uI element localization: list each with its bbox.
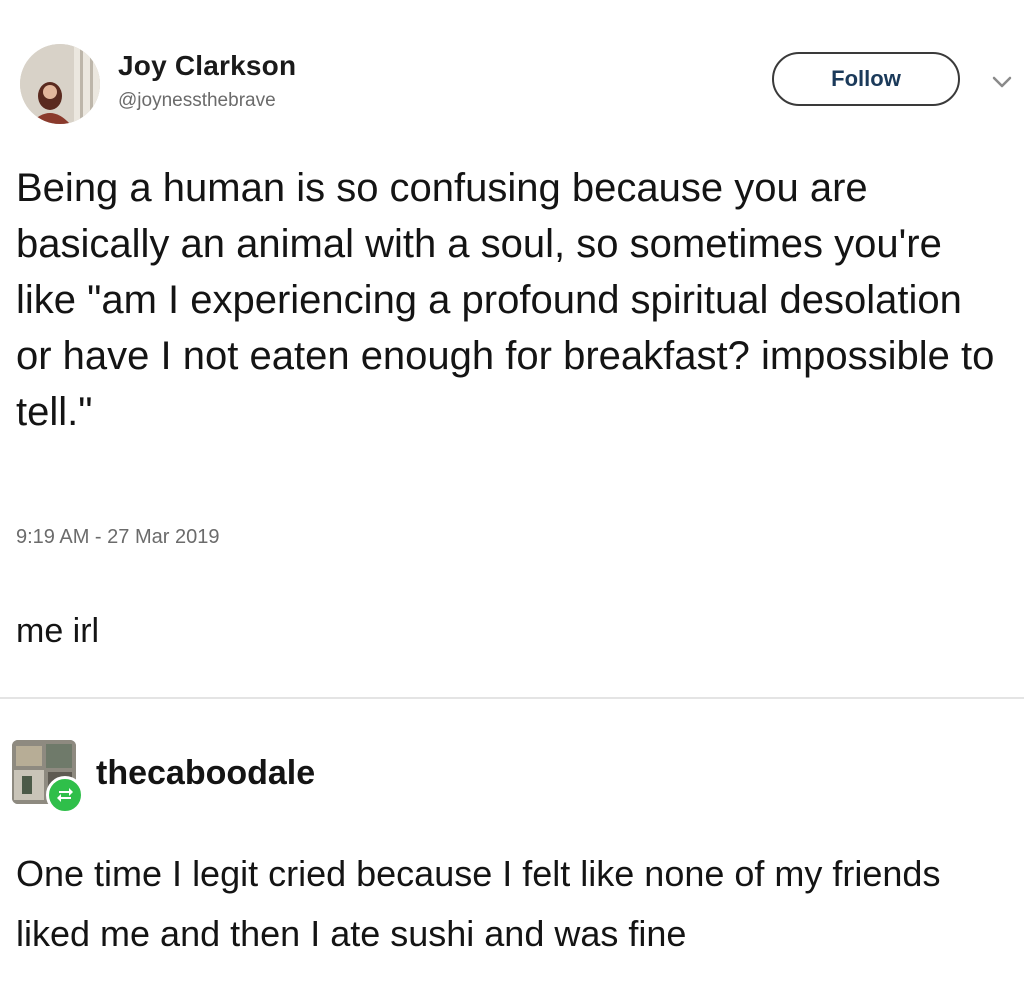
post-page: Joy Clarkson @joynessthebrave Follow Bei… [0,0,1024,998]
tweet-text: Being a human is so confusing because yo… [16,166,995,434]
tweet-author-name[interactable]: Joy Clarkson [118,50,296,82]
reblog-icon [57,788,73,802]
reblog-text: One time I legit cried because I felt li… [16,853,941,954]
post-caption: me irl [16,612,100,650]
reblog-badge [46,776,84,814]
chevron-down-icon[interactable] [990,72,1014,92]
tweet-author-handle[interactable]: @joynessthebrave [118,90,276,112]
reblogger-username[interactable]: thecaboodale [96,754,315,793]
tweet-timestamp[interactable]: 9:19 AM - 27 Mar 2019 [16,526,219,549]
tweet-author-avatar[interactable] [20,44,100,124]
avatar-image [20,44,100,124]
follow-button[interactable]: Follow [772,52,960,106]
divider [0,697,1024,699]
